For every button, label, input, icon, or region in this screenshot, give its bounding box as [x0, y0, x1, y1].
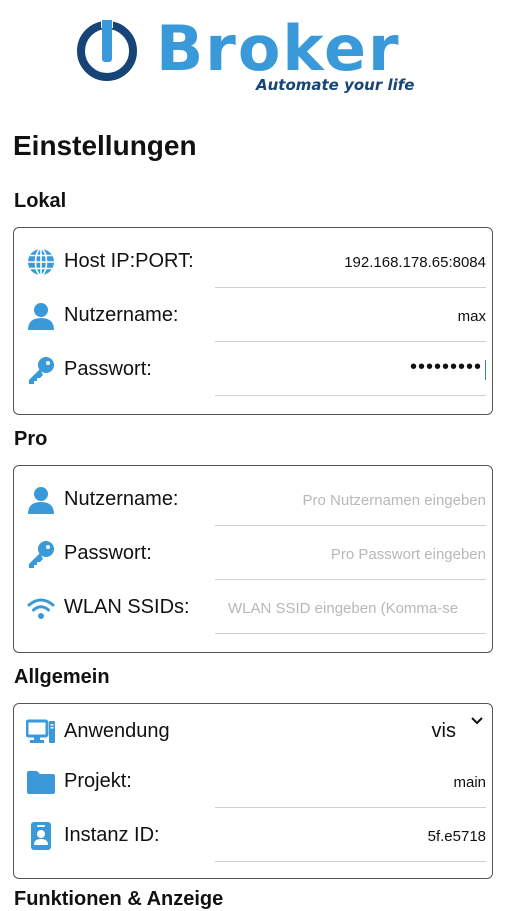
globe-icon: [28, 248, 54, 276]
instance-row: Instanz ID: 5f.e5718: [14, 808, 492, 862]
wlan-row: WLAN SSIDs: WLAN SSID eingeben (Komma-se: [14, 580, 492, 634]
text-caret: [485, 360, 486, 380]
project-label: Projekt:: [64, 770, 132, 792]
pro-card: Nutzername: Pro Nutzernamen eingeben Pas…: [13, 465, 493, 653]
instance-input[interactable]: 5f.e5718: [428, 828, 486, 845]
pro-password-row: Passwort: Pro Passwort eingeben: [14, 526, 492, 580]
lokal-card: Host IP:PORT: 192.168.178.65:8084 Nutzer…: [13, 227, 493, 415]
wifi-icon: [27, 598, 55, 619]
wlan-input[interactable]: WLAN SSID eingeben (Komma-se: [228, 600, 458, 617]
pro-user-row: Nutzername: Pro Nutzernamen eingeben: [14, 472, 492, 526]
lokal-password-row: Passwort: •••••••••: [14, 342, 492, 396]
section-title-allgemein: Allgemein: [14, 666, 110, 688]
lokal-password-input[interactable]: •••••••••: [410, 356, 482, 379]
user-icon: [28, 303, 54, 330]
logo-brand: Broker: [156, 12, 401, 85]
section-title-lokal: Lokal: [14, 190, 67, 212]
instance-label: Instanz ID:: [64, 824, 160, 846]
instance-underline: [215, 861, 486, 862]
pro-password-input[interactable]: Pro Passwort eingeben: [331, 546, 486, 563]
section-title-pro: Pro: [14, 428, 48, 450]
host-input[interactable]: 192.168.178.65:8084: [344, 254, 486, 271]
pro-user-input[interactable]: Pro Nutzernamen eingeben: [303, 492, 486, 509]
lokal-user-label: Nutzername:: [64, 304, 179, 326]
lokal-password-underline: [215, 395, 486, 396]
user-icon: [28, 487, 54, 514]
chevron-down-icon[interactable]: [470, 716, 484, 726]
key-icon: [29, 541, 54, 568]
desktop-icon: [26, 719, 55, 743]
page-title: Einstellungen: [13, 130, 197, 161]
app-row[interactable]: Anwendung vis: [14, 704, 492, 754]
iobroker-logo: Broker Automate your life: [76, 14, 436, 98]
key-icon: [29, 357, 54, 384]
allgemein-card: Anwendung vis Projekt: main Instanz ID: …: [13, 703, 493, 879]
lokal-password-label: Passwort:: [64, 358, 152, 380]
wlan-underline: [215, 633, 486, 634]
id-badge-icon: [31, 822, 51, 850]
lokal-user-row: Nutzername: max: [14, 288, 492, 342]
lokal-user-input[interactable]: max: [458, 308, 486, 325]
pro-user-label: Nutzername:: [64, 488, 179, 510]
power-logo-icon: [77, 20, 137, 81]
host-row: Host IP:PORT: 192.168.178.65:8084: [14, 234, 492, 288]
project-row: Projekt: main: [14, 754, 492, 808]
app-select[interactable]: vis: [432, 720, 456, 743]
host-label: Host IP:PORT:: [64, 250, 194, 272]
app-label: Anwendung: [64, 720, 170, 742]
logo-tagline: Automate your life: [256, 76, 415, 94]
wlan-label: WLAN SSIDs:: [64, 596, 190, 618]
pro-password-label: Passwort:: [64, 542, 152, 564]
project-input[interactable]: main: [453, 774, 486, 791]
folder-icon: [27, 771, 55, 794]
